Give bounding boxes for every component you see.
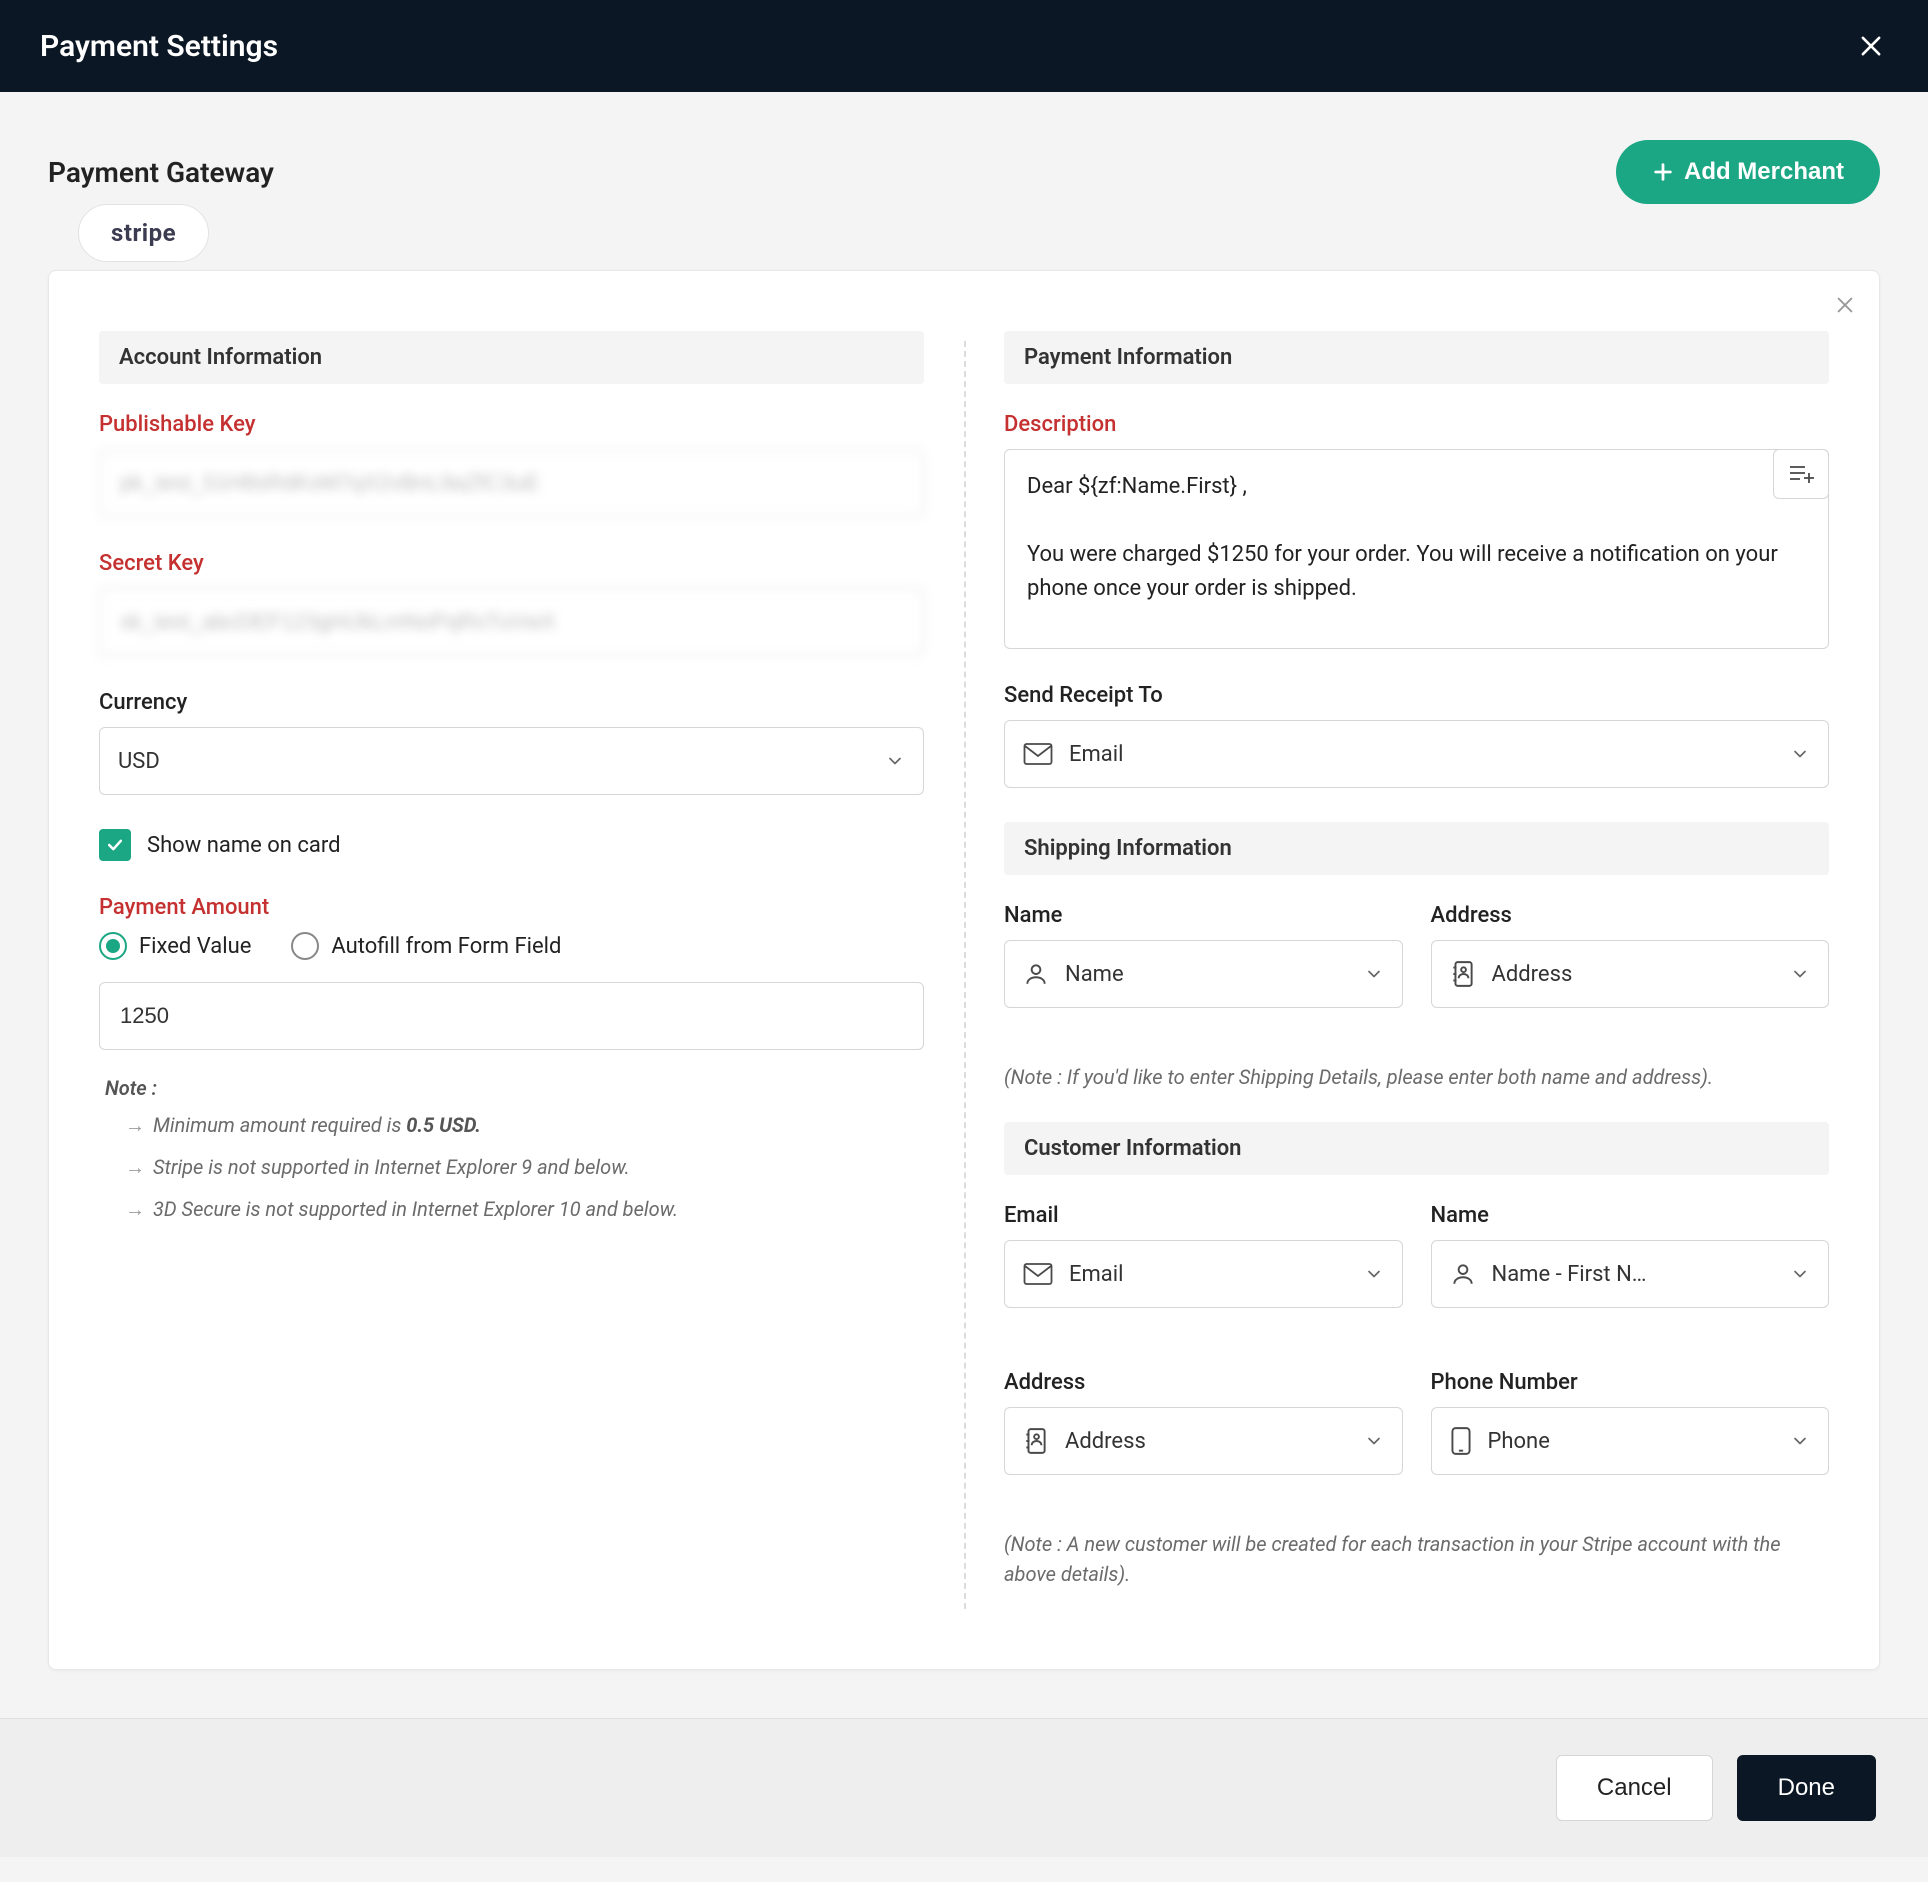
mail-icon: [1023, 1262, 1053, 1286]
ship-address-value: Address: [1492, 962, 1573, 987]
radio-selected-icon: [99, 932, 127, 960]
send-receipt-value: Email: [1069, 742, 1123, 767]
radio-fixed-label: Fixed Value: [139, 934, 251, 959]
publishable-key-input[interactable]: [99, 449, 924, 517]
cust-email-select[interactable]: Email: [1004, 1240, 1403, 1308]
secret-key-label: Secret Key: [99, 551, 924, 576]
section-customer-information: Customer Information: [1004, 1122, 1829, 1175]
section-shipping-information: Shipping Information: [1004, 822, 1829, 875]
address-icon: [1023, 1427, 1049, 1455]
insert-field-icon: [1788, 463, 1814, 485]
chevron-down-icon: [1790, 1264, 1810, 1284]
ship-name-select[interactable]: Name: [1004, 940, 1403, 1008]
send-receipt-label: Send Receipt To: [1004, 683, 1829, 708]
ship-address-label: Address: [1431, 903, 1830, 928]
cust-address-label: Address: [1004, 1370, 1403, 1395]
chevron-down-icon: [1364, 1431, 1384, 1451]
cust-phone-label: Phone Number: [1431, 1370, 1830, 1395]
person-icon: [1450, 1261, 1476, 1287]
note-item: Stripe is not supported in Internet Expl…: [125, 1152, 924, 1182]
insert-field-button[interactable]: [1773, 449, 1829, 499]
show-name-checkbox-row[interactable]: Show name on card: [99, 829, 924, 861]
note-item: Minimum amount required is 0.5 USD.: [125, 1110, 924, 1140]
note-heading: Note :: [105, 1076, 924, 1100]
sub-header: Payment Gateway Add Merchant: [0, 92, 1928, 204]
address-icon: [1450, 960, 1476, 988]
merchant-chip-stripe[interactable]: stripe: [78, 204, 209, 262]
cust-name-label: Name: [1431, 1203, 1830, 1228]
checkbox-checked-icon: [99, 829, 131, 861]
chevron-down-icon: [1790, 964, 1810, 984]
right-column: Payment Information Description: [1004, 331, 1829, 1619]
description-label: Description: [1004, 412, 1829, 437]
chevron-down-icon: [1364, 964, 1384, 984]
ship-name-label: Name: [1004, 903, 1403, 928]
done-button[interactable]: Done: [1737, 1755, 1876, 1821]
ship-name-value: Name: [1065, 962, 1124, 987]
phone-icon: [1450, 1426, 1472, 1456]
footer: Cancel Done: [0, 1718, 1928, 1857]
cust-phone-select[interactable]: Phone: [1431, 1407, 1830, 1475]
section-payment-information: Payment Information: [1004, 331, 1829, 384]
modal-title: Payment Settings: [40, 29, 278, 64]
currency-value: USD: [118, 749, 160, 774]
card-close-icon[interactable]: [1825, 285, 1865, 325]
radio-autofill[interactable]: Autofill from Form Field: [291, 932, 561, 960]
add-merchant-button[interactable]: Add Merchant: [1616, 140, 1880, 204]
note-item: 3D Secure is not supported in Internet E…: [125, 1194, 924, 1224]
modal-header: Payment Settings: [0, 0, 1928, 92]
mail-icon: [1023, 742, 1053, 766]
plus-icon: [1652, 161, 1674, 183]
person-icon: [1023, 961, 1049, 987]
currency-select[interactable]: USD: [99, 727, 924, 795]
cust-name-value: Name - First N…: [1492, 1262, 1647, 1287]
note-list: Minimum amount required is 0.5 USD. Stri…: [99, 1110, 924, 1224]
section-account-information: Account Information: [99, 331, 924, 384]
card-wrap: stripe Account Information Publishable K…: [0, 204, 1928, 1670]
chevron-down-icon: [1790, 1431, 1810, 1451]
chevron-down-icon: [1790, 744, 1810, 764]
shipping-note: (Note : If you'd like to enter Shipping …: [1004, 1062, 1829, 1092]
payment-amount-input[interactable]: [99, 982, 924, 1050]
add-merchant-label: Add Merchant: [1684, 158, 1844, 186]
cust-address-select[interactable]: Address: [1004, 1407, 1403, 1475]
description-textarea[interactable]: Dear ${zf:Name.First} , You were charged…: [1004, 449, 1829, 649]
publishable-key-label: Publishable Key: [99, 412, 924, 437]
left-column: Account Information Publishable Key Secr…: [99, 331, 924, 1619]
cust-name-select[interactable]: Name - First N…: [1431, 1240, 1830, 1308]
cancel-button[interactable]: Cancel: [1556, 1755, 1713, 1821]
cust-email-label: Email: [1004, 1203, 1403, 1228]
close-icon[interactable]: [1854, 29, 1888, 63]
chevron-down-icon: [1364, 1264, 1384, 1284]
cust-phone-value: Phone: [1488, 1429, 1550, 1454]
radio-unselected-icon: [291, 932, 319, 960]
customer-note: (Note : A new customer will be created f…: [1004, 1529, 1829, 1589]
send-receipt-select[interactable]: Email: [1004, 720, 1829, 788]
show-name-label: Show name on card: [147, 833, 341, 858]
cust-email-value: Email: [1069, 1262, 1123, 1287]
cust-address-value: Address: [1065, 1429, 1146, 1454]
radio-fixed-value[interactable]: Fixed Value: [99, 932, 251, 960]
secret-key-input[interactable]: [99, 588, 924, 656]
currency-label: Currency: [99, 690, 924, 715]
radio-autofill-label: Autofill from Form Field: [331, 934, 561, 959]
page-title: Payment Gateway: [48, 156, 274, 189]
ship-address-select[interactable]: Address: [1431, 940, 1830, 1008]
description-line2: You were charged $1250 for your order. Y…: [1027, 538, 1806, 606]
payment-amount-label: Payment Amount: [99, 895, 924, 920]
merchant-card: Account Information Publishable Key Secr…: [48, 270, 1880, 1670]
description-line1: Dear ${zf:Name.First} ,: [1027, 470, 1806, 504]
chevron-down-icon: [885, 751, 905, 771]
